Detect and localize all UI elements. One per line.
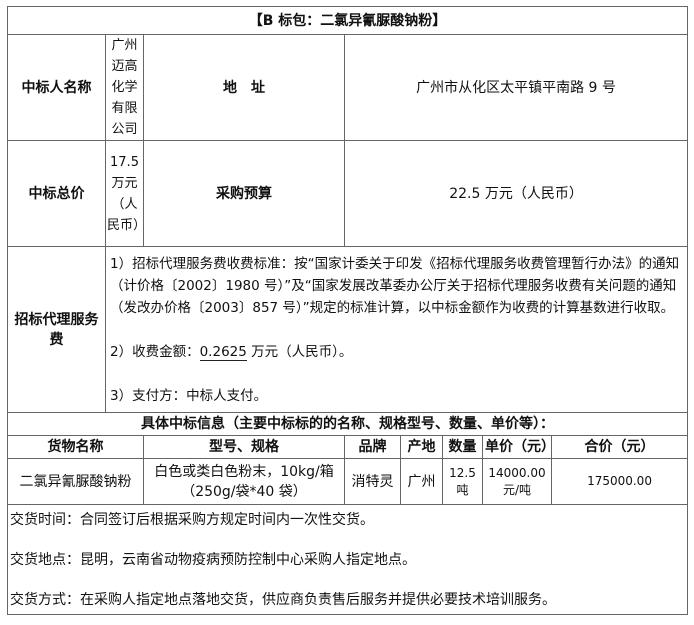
fee-details: 1）招标代理服务费收费标准：按“国家计委关于印发《招标代理服务收费管理暂行办法》…: [104, 246, 689, 413]
package-title: 【B 标包：二氯异氰脲酸钠粉】: [6, 6, 689, 35]
goods-spec: 白色或类白色粉末，10kg/箱（250g/袋*40 袋）: [143, 458, 345, 505]
award-notice: 【B 标包：二氯异氰脲酸钠粉】 中标人名称 广州迈高化学有限公司 地 址 广州市…: [6, 6, 689, 618]
table-row: 二氯异氰脲酸钠粉 白色或类白色粉末，10kg/箱（250g/袋*40 袋） 消特…: [7, 458, 689, 505]
col-qty: 数量: [442, 435, 483, 459]
fee-label: 招标代理服务费: [7, 246, 106, 413]
col-goods-name: 货物名称: [7, 435, 144, 459]
goods-unit-price: 14000.00 元/吨: [482, 458, 552, 505]
delivery-time: 交货时间：合同签订后根据采购方规定时间内一次性交货。: [10, 511, 374, 528]
goods-brand: 消特灵: [344, 458, 401, 505]
fee-standard: 1）招标代理服务费收费标准：按“国家计委关于印发《招标代理服务收费管理暂行办法》…: [110, 255, 680, 316]
detail-header: 具体中标信息（主要中标标的的名称、规格型号、数量、单价等）：: [6, 412, 689, 436]
col-total-price: 合价（元）: [550, 435, 689, 459]
address-value: 广州市从化区太平镇平南路 9 号: [343, 34, 689, 141]
col-brand: 品牌: [344, 435, 401, 459]
address-label: 地 址: [143, 34, 345, 141]
delivery-method: 交货方式：在采购人指定地点落地交货，供应商负责售后服务并提供必要技术培训服务。: [10, 591, 556, 608]
col-spec: 型号、规格: [143, 435, 345, 459]
col-unit-price: 单价（元）: [482, 435, 555, 459]
fee-amount-value: 0.2625: [199, 343, 247, 361]
total-label: 中标总价: [7, 140, 106, 247]
budget-label: 采购预算: [143, 140, 345, 247]
winner-name: 广州迈高化学有限公司: [105, 34, 144, 141]
fee-amount: 2）收费金额：0.2625 万元（人民币）。: [110, 343, 353, 361]
col-origin: 产地: [400, 435, 443, 459]
goods-total-price: 175000.00: [550, 458, 689, 505]
goods-name: 二氯异氰脲酸钠粉: [7, 458, 144, 505]
award-table: 【B 标包：二氯异氰脲酸钠粉】 中标人名称 广州迈高化学有限公司 地 址 广州市…: [6, 6, 689, 615]
fee-payer: 3）支付方：中标人支付。: [110, 387, 268, 404]
goods-origin: 广州: [400, 458, 443, 505]
winner-label: 中标人名称: [7, 34, 106, 141]
total-value: 17.5 万元（人民币）: [105, 140, 146, 247]
goods-qty: 12.5 吨: [442, 458, 483, 505]
budget-value: 22.5 万元（人民币）: [343, 140, 689, 247]
delivery-info: 交货时间：合同签订后根据采购方规定时间内一次性交货。 交货地点：昆明，云南省动物…: [6, 504, 689, 615]
delivery-place: 交货地点：昆明，云南省动物疫病预防控制中心采购人指定地点。: [10, 551, 416, 568]
